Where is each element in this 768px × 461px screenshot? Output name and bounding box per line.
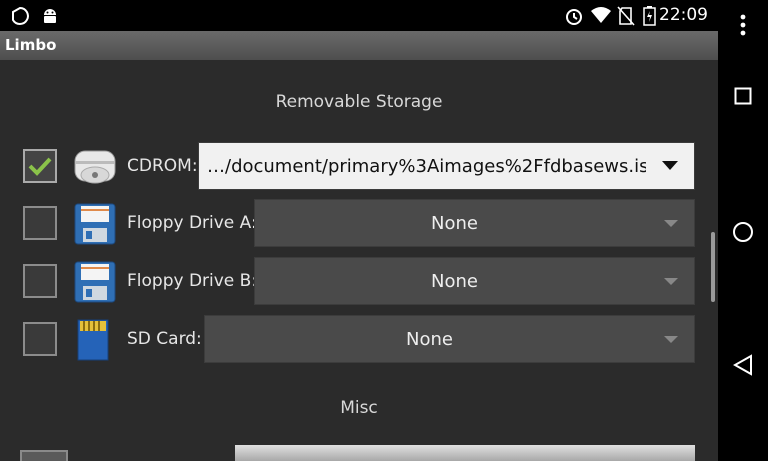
cdrom-label: CDROM: [127,156,198,176]
cdrom-image-dropdown[interactable]: …/document/primary%3Aimages%2Ffdbasews.i… [198,142,695,190]
dropdown-arrow-icon [664,220,678,227]
floppy-a-selected: None [431,213,478,234]
app-title: Limbo [5,36,57,54]
cdrom-row: CDROM: …/document/primary%3Aimages%2Ffdb… [0,142,718,192]
android-icon [44,9,56,23]
sd-card-selected: None [406,329,453,350]
floppy-disk-icon [74,261,116,303]
wifi-icon [591,7,611,23]
dropdown-arrow-icon [664,278,678,285]
sd-card-icon [77,319,109,361]
floppy-disk-icon [74,203,116,245]
floppy-b-label: Floppy Drive B: [127,271,258,291]
overflow-menu-icon[interactable] [739,14,747,36]
sd-card-dropdown[interactable]: None [204,315,695,363]
misc-dropdown-partial[interactable] [235,445,695,461]
floppy-a-checkbox[interactable] [23,206,57,240]
floppy-b-row: Floppy Drive B: None [0,257,718,307]
floppy-a-dropdown[interactable]: None [254,199,695,247]
cdrom-drive-icon [74,150,116,184]
removable-storage-heading: Removable Storage [275,92,443,112]
app-title-bar: Limbo [0,31,718,60]
floppy-a-row: Floppy Drive A: None [0,199,718,249]
navigation-bar [718,0,768,461]
recents-icon[interactable] [734,87,752,105]
sd-card-label: SD Card: [127,329,202,349]
floppy-b-dropdown[interactable]: None [254,257,695,305]
scrollbar-thumb[interactable] [711,232,715,302]
cdrom-checkbox[interactable] [23,149,57,183]
settings-panel: Removable Storage CDROM: …/document/prim… [0,60,718,461]
back-icon[interactable] [733,354,753,376]
status-bar: 22:09 [0,0,718,31]
home-icon[interactable] [732,221,754,243]
sd-card-checkbox[interactable] [23,322,57,356]
cdrom-selected-file: …/document/primary%3Aimages%2Ffdbasews.i… [207,156,646,177]
floppy-b-checkbox[interactable] [23,264,57,298]
floppy-a-label: Floppy Drive A: [127,213,257,233]
floppy-b-selected: None [431,271,478,292]
misc-checkbox-partial[interactable] [20,450,68,461]
dropdown-arrow-icon [662,161,678,170]
sd-card-row: SD Card: None [0,315,718,365]
dropdown-arrow-icon [664,336,678,343]
battery-charging-icon [643,6,656,26]
alarm-icon [566,9,582,25]
no-sim-icon [617,6,635,26]
status-time: 22:09 [659,5,708,25]
checkmark-icon [28,157,52,176]
notification-circle-icon [12,6,29,25]
misc-heading: Misc [340,398,378,418]
